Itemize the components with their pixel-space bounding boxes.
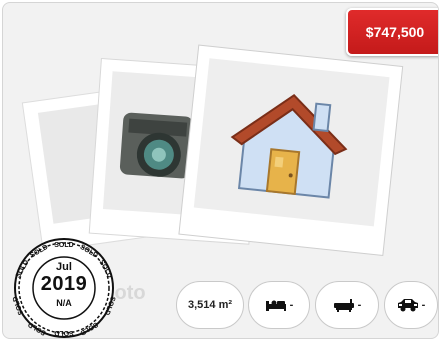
stamp-month: Jul (56, 261, 72, 273)
land-area-value: 3,514 m² (187, 299, 233, 311)
camera-icon (119, 112, 194, 179)
car-icon (397, 298, 419, 312)
stamp-ring-word: SOLD (54, 329, 73, 336)
price-badge: $747,500 (346, 8, 438, 56)
stamp-year: 2019 (40, 273, 88, 295)
stamp-status: N/A (56, 298, 72, 308)
car-spaces-pill: - (384, 281, 438, 329)
car-spaces-value: - (421, 299, 426, 311)
listing-card[interactable]: Photo $747,500 SOLD SOLD SOLD SOLD SOLD … (2, 2, 439, 339)
land-area-pill: 3,514 m² (176, 281, 244, 329)
bed-icon (265, 298, 287, 312)
bath-icon (333, 298, 355, 312)
bedrooms-value: - (289, 299, 294, 311)
bedrooms-pill: - (248, 281, 310, 329)
bathrooms-value: - (357, 299, 362, 311)
stamp-ring-word: SOLD (54, 242, 73, 249)
photo-frame-front (178, 44, 404, 257)
bathrooms-pill: - (315, 281, 379, 329)
